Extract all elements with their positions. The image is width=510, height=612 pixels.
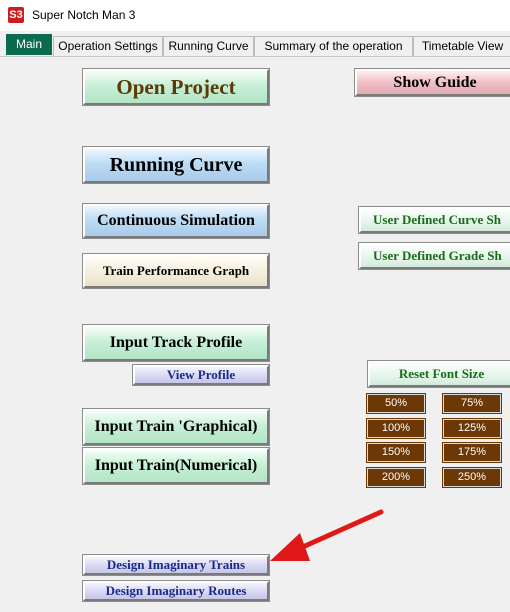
red-arrow-annotation [270,509,384,561]
